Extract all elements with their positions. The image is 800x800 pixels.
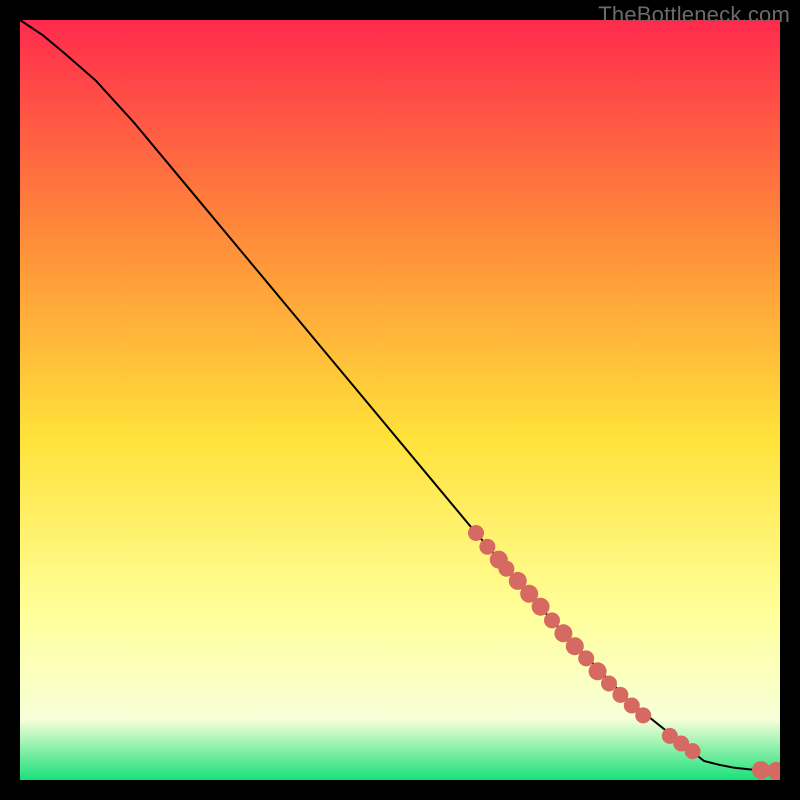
stage: TheBottleneck.com xyxy=(0,0,800,800)
data-marker xyxy=(479,539,495,555)
data-marker xyxy=(685,743,701,759)
data-marker xyxy=(532,598,550,616)
data-marker xyxy=(544,612,560,628)
chart-area xyxy=(20,20,780,780)
data-marker xyxy=(601,676,617,692)
gradient-background xyxy=(20,20,780,780)
watermark-text: TheBottleneck.com xyxy=(598,2,790,28)
chart-svg xyxy=(20,20,780,780)
data-marker xyxy=(635,707,651,723)
data-marker xyxy=(468,525,484,541)
data-marker xyxy=(578,650,594,666)
